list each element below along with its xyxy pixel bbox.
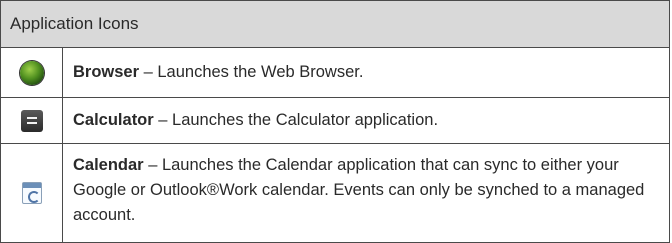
calendar-icon — [21, 182, 42, 204]
table-row: Calculator – Launches the Calculator app… — [1, 98, 669, 144]
table-header: Application Icons — [1, 1, 669, 48]
app-description: – Launches the Calculator application. — [153, 111, 439, 129]
row-text: Calendar – Launches the Calendar applica… — [73, 153, 659, 228]
row-text: Browser – Launches the Web Browser. — [73, 60, 363, 85]
icon-cell — [1, 144, 63, 242]
table-row: Calendar – Launches the Calendar applica… — [1, 144, 669, 242]
icon-cell — [1, 48, 63, 97]
app-description: – Launches the Web Browser. — [139, 63, 364, 81]
description-cell: Calculator – Launches the Calculator app… — [63, 98, 669, 143]
description-cell: Calendar – Launches the Calendar applica… — [63, 144, 669, 242]
calculator-icon — [20, 109, 43, 132]
app-description: – Launches the Calendar application that… — [73, 156, 645, 224]
table-row: Browser – Launches the Web Browser. — [1, 48, 669, 98]
app-name: Calculator — [73, 111, 154, 129]
icon-cell — [1, 98, 63, 143]
description-cell: Browser – Launches the Web Browser. — [63, 48, 669, 97]
application-icons-table: Application Icons Browser – Launches the… — [0, 0, 670, 243]
row-text: Calculator – Launches the Calculator app… — [73, 108, 438, 133]
app-name: Calendar — [73, 156, 144, 174]
browser-globe-icon — [19, 60, 44, 85]
app-name: Browser — [73, 63, 140, 81]
